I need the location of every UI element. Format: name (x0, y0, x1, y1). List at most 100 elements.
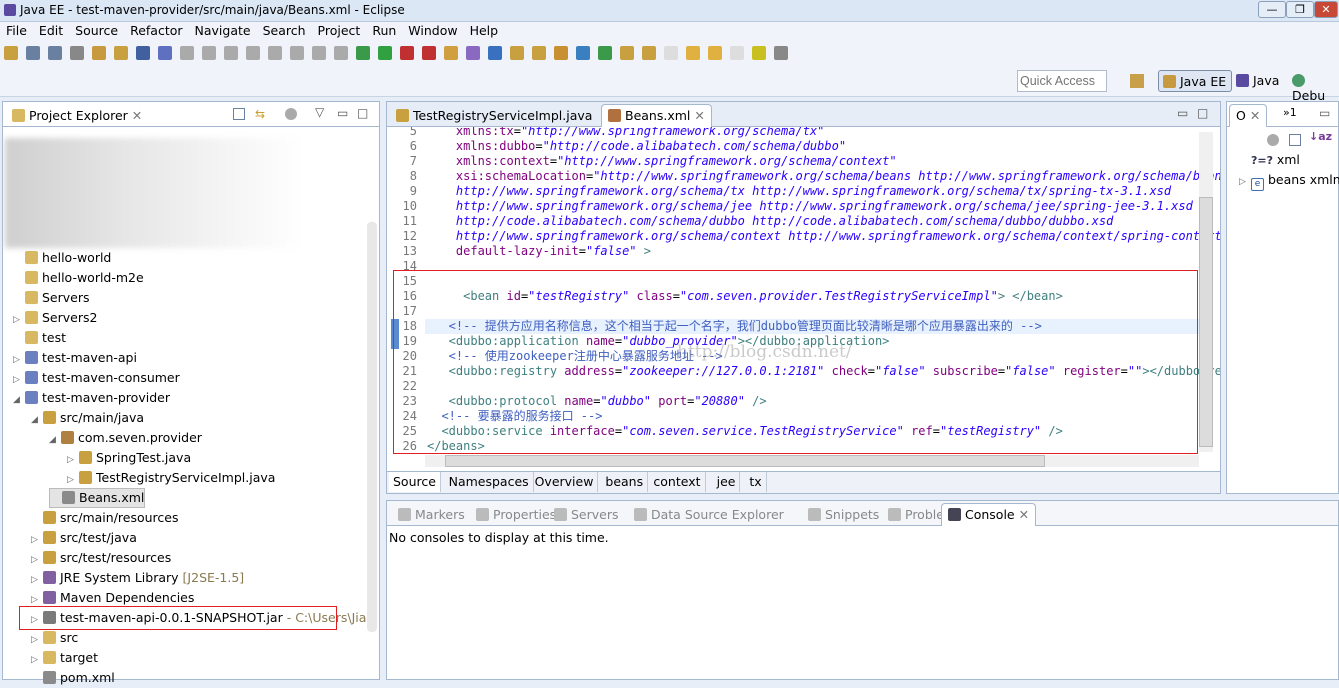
menu-help[interactable]: Help (464, 22, 505, 41)
close-icon[interactable]: ✕ (132, 108, 142, 123)
expand-arrow-icon[interactable]: ◢ (49, 430, 61, 450)
explorer-scrollbar[interactable] (367, 222, 377, 632)
toolbar-button-icon[interactable] (488, 46, 502, 60)
expand-arrow-icon[interactable]: ▷ (31, 570, 43, 590)
toolbar-button-icon[interactable] (444, 46, 458, 60)
expand-arrow-icon[interactable]: ▷ (31, 550, 43, 570)
toolbar-button-icon[interactable] (422, 46, 436, 60)
tree-item[interactable]: ▷ src/test/resources (31, 548, 171, 568)
minimize-view-icon[interactable]: ▭ (1319, 106, 1330, 120)
tree-item[interactable]: ▷ target (31, 648, 98, 668)
editor-hscrollbar[interactable] (425, 455, 1199, 467)
expand-arrow-icon[interactable]: ▷ (67, 470, 79, 490)
tree-item[interactable]: ▷ TestRegistryServiceImpl.java (67, 468, 275, 488)
tree-item[interactable]: ▷ test-maven-consumer (13, 368, 180, 388)
tree-item[interactable]: Servers (13, 288, 90, 308)
menu-run[interactable]: Run (366, 22, 402, 41)
collapse-icon[interactable] (1289, 134, 1301, 146)
menu-file[interactable]: File (0, 22, 33, 41)
tab-testregistryserviceimpl[interactable]: TestRegistryServiceImpl.java (389, 104, 599, 127)
sort-icon[interactable]: ↓az (1309, 130, 1332, 143)
toolbar-button-icon[interactable] (224, 46, 238, 60)
tab-servers[interactable]: Servers (547, 503, 626, 526)
close-icon[interactable]: ✕ (694, 108, 704, 123)
toolbar-button-icon[interactable] (268, 46, 282, 60)
collapse-all-icon[interactable] (233, 108, 245, 120)
toolbar-button-icon[interactable] (664, 46, 678, 60)
toolbar-button-icon[interactable] (48, 46, 62, 60)
toolbar-button-icon[interactable] (554, 46, 568, 60)
tab-overview[interactable]: Overview (531, 472, 599, 492)
tree-item[interactable]: hello-world-m2e (13, 268, 144, 288)
tree-item[interactable]: pom.xml (31, 668, 115, 688)
toolbar-button-icon[interactable] (576, 46, 590, 60)
tree-item[interactable]: ◢ test-maven-provider (13, 388, 170, 408)
toolbar-button-icon[interactable] (70, 46, 84, 60)
menu-window[interactable]: Window (402, 22, 463, 41)
toolbar-button-icon[interactable] (642, 46, 656, 60)
tree-item[interactable]: test (13, 328, 66, 348)
filter-icon[interactable] (1267, 134, 1279, 146)
toolbar-button-icon[interactable] (598, 46, 612, 60)
tab-beans-xml[interactable]: Beans.xml ✕ (601, 104, 712, 127)
minimize-button[interactable]: — (1258, 1, 1286, 18)
more-views-icon[interactable]: »1 (1283, 106, 1297, 119)
expand-arrow-icon[interactable]: ▷ (31, 530, 43, 550)
quick-access-input[interactable] (1017, 70, 1107, 92)
maximize-view-icon[interactable]: □ (357, 106, 368, 120)
toolbar-button-icon[interactable] (356, 46, 370, 60)
tree-item[interactable]: Beans.xml (49, 488, 146, 508)
perspective-java-ee[interactable]: Java EE (1158, 70, 1232, 92)
maximize-button[interactable]: ❐ (1286, 1, 1314, 18)
toolbar-button-icon[interactable] (312, 46, 326, 60)
toolbar-button-icon[interactable] (136, 46, 150, 60)
tree-item[interactable]: ▷ SpringTest.java (67, 448, 191, 468)
toolbar-button-icon[interactable] (774, 46, 788, 60)
tab-project-explorer[interactable]: Project Explorer ✕ (5, 104, 149, 127)
toolbar-button-icon[interactable] (708, 46, 722, 60)
tab-context[interactable]: context (649, 472, 706, 492)
toolbar-button-icon[interactable] (92, 46, 106, 60)
tree-item[interactable]: src/main/resources (31, 508, 178, 528)
toolbar-button-icon[interactable] (466, 46, 480, 60)
toolbar-button-icon[interactable] (4, 46, 18, 60)
tree-item[interactable]: ▷ JRE System Library [J2SE-1.5] (31, 568, 244, 588)
tree-item[interactable]: ▷ Maven Dependencies (31, 588, 194, 608)
view-menu-icon[interactable]: ▽ (315, 105, 324, 119)
tree-item[interactable]: ▷ src (31, 628, 78, 648)
tree-item[interactable]: ▷ Servers2 (13, 308, 97, 328)
toolbar-button-icon[interactable] (752, 46, 766, 60)
outline-item-beans[interactable]: ▷e beans xmlns (1239, 172, 1339, 191)
toolbar-button-icon[interactable] (730, 46, 744, 60)
minimize-editor-icon[interactable]: ▭ (1177, 106, 1188, 120)
tab-source[interactable]: Source (389, 472, 441, 492)
expand-arrow-icon[interactable]: ▷ (31, 630, 43, 650)
toolbar-button-icon[interactable] (686, 46, 700, 60)
toolbar-button-icon[interactable] (158, 46, 172, 60)
toolbar-button-icon[interactable] (246, 46, 260, 60)
toolbar-button-icon[interactable] (202, 46, 216, 60)
minimize-view-icon[interactable]: ▭ (337, 106, 348, 120)
link-editor-icon[interactable]: ⇆ (255, 107, 265, 121)
maximize-editor-icon[interactable]: □ (1197, 106, 1208, 120)
expand-arrow-icon[interactable]: ◢ (13, 390, 25, 410)
toolbar-button-icon[interactable] (510, 46, 524, 60)
toolbar-button-icon[interactable] (114, 46, 128, 60)
tab-console[interactable]: Console ✕ (941, 503, 1037, 526)
outline-item-xml[interactable]: ?=? xml (1251, 152, 1300, 167)
tab-tx[interactable]: tx (745, 472, 767, 492)
perspective-debug[interactable]: Debu (1292, 73, 1339, 103)
menu-navigate[interactable]: Navigate (189, 22, 257, 41)
expand-arrow-icon[interactable]: ▷ (67, 450, 79, 470)
tree-item[interactable]: ◢ com.seven.provider (49, 428, 202, 448)
toolbar-button-icon[interactable] (290, 46, 304, 60)
toolbar-button-icon[interactable] (620, 46, 634, 60)
tab-data-source-explorer[interactable]: Data Source Explorer (627, 503, 791, 526)
expand-arrow-icon[interactable]: ▷ (13, 310, 25, 330)
toolbar-button-icon[interactable] (334, 46, 348, 60)
tab-jee[interactable]: jee (713, 472, 741, 492)
menu-search[interactable]: Search (257, 22, 312, 41)
tab-namespaces[interactable]: Namespaces (445, 472, 534, 492)
open-perspective-icon[interactable] (1130, 74, 1144, 88)
tree-item[interactable]: hello-world (13, 248, 111, 268)
